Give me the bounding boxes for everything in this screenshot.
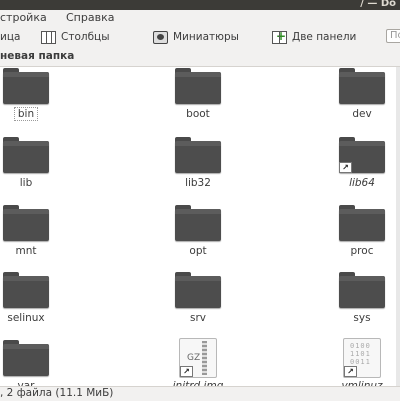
- binary-file-icon: 0100 1101 0011 ↗: [343, 338, 381, 378]
- folder-icon: [3, 272, 49, 308]
- camera-icon: [153, 30, 168, 44]
- file-name: sys: [322, 312, 400, 324]
- file-item[interactable]: GZ ↗ initrd.img: [158, 338, 238, 386]
- file-name-text: dev: [352, 108, 372, 120]
- thumbnails-view-label: Миниатюры: [173, 31, 239, 43]
- file-item[interactable]: var: [0, 340, 66, 386]
- folder-icon: [175, 137, 221, 173]
- file-name-text: opt: [189, 245, 207, 257]
- breadcrumb-current[interactable]: невая папка: [0, 50, 74, 62]
- file-item[interactable]: dev: [322, 68, 400, 128]
- file-name: dev: [322, 108, 400, 120]
- file-name-text: mnt: [15, 245, 37, 257]
- file-name: opt: [158, 245, 238, 257]
- file-name-text: proc: [350, 245, 374, 257]
- file-item[interactable]: sys: [322, 272, 400, 332]
- file-item[interactable]: lib32: [158, 137, 238, 197]
- file-name: proc: [322, 245, 400, 257]
- file-name-text: boot: [186, 108, 210, 120]
- file-item[interactable]: opt: [158, 205, 238, 265]
- file-name-text: lib: [19, 177, 33, 189]
- file-name-text: lib64: [349, 177, 375, 189]
- status-bar: , 2 файла (11.1 МиБ): [0, 386, 400, 401]
- folder-icon: [3, 137, 49, 173]
- archive-file-icon: GZ ↗: [179, 338, 217, 378]
- columns-icon: [41, 30, 56, 44]
- list-view-button[interactable]: ица: [0, 29, 20, 45]
- file-item[interactable]: mnt: [0, 205, 66, 265]
- file-name: mnt: [0, 245, 66, 257]
- file-item[interactable]: ↗ lib64: [322, 137, 400, 197]
- file-name-text: sys: [353, 312, 371, 324]
- dual-pane-label: Две панели: [292, 31, 357, 43]
- folder-icon: [175, 272, 221, 308]
- folder-icon: [175, 68, 221, 104]
- file-name: srv: [158, 312, 238, 324]
- file-item[interactable]: 0100 1101 0011 ↗ vmlinuz: [322, 338, 400, 386]
- menu-bar: стройка Справка: [0, 10, 400, 26]
- file-item[interactable]: bin: [0, 68, 66, 128]
- folder-icon: [339, 205, 385, 241]
- thumbnails-view-button[interactable]: Миниатюры: [153, 29, 239, 45]
- folder-icon: [175, 205, 221, 241]
- symlink-icon: ↗: [344, 366, 357, 377]
- toolbar: ица Столбцы Миниатюры Две панели: [0, 26, 400, 49]
- file-item[interactable]: boot: [158, 68, 238, 128]
- file-name: selinux: [0, 312, 66, 324]
- title-bar: / — Do: [0, 0, 400, 10]
- file-item[interactable]: proc: [322, 205, 400, 265]
- file-name: bin: [0, 107, 66, 121]
- file-item[interactable]: lib: [0, 137, 66, 197]
- status-text: , 2 файла (11.1 МиБ): [0, 387, 114, 399]
- dual-pane-button[interactable]: Две панели: [272, 29, 356, 45]
- file-grid: bin boot dev lib lib32 ↗ lib64 mnt opt proc selinu…: [0, 67, 400, 386]
- dual-pane-icon: [272, 29, 287, 44]
- menu-help[interactable]: Справка: [66, 11, 114, 24]
- folder-icon: [339, 68, 385, 104]
- file-item[interactable]: selinux: [0, 272, 66, 332]
- window-title: / — Do: [360, 0, 396, 9]
- symlink-icon: ↗: [339, 162, 352, 173]
- file-name: boot: [158, 108, 238, 120]
- folder-icon: [339, 272, 385, 308]
- list-view-label: ица: [0, 31, 21, 43]
- folder-icon: [3, 205, 49, 241]
- columns-view-label: Столбцы: [61, 31, 110, 43]
- folder-icon: [3, 68, 49, 104]
- file-name-text: selinux: [7, 312, 45, 324]
- file-name: lib: [0, 177, 66, 189]
- search-input[interactable]: По: [386, 29, 400, 43]
- file-name: lib64: [322, 177, 400, 189]
- file-name: lib32: [158, 177, 238, 189]
- folder-icon: [3, 340, 49, 376]
- file-item[interactable]: srv: [158, 272, 238, 332]
- menu-settings[interactable]: стройка: [0, 11, 47, 24]
- file-name-text: srv: [189, 312, 206, 324]
- file-name-text: lib32: [185, 177, 211, 189]
- symlink-icon: ↗: [180, 366, 193, 377]
- file-type-label: GZ: [187, 353, 201, 363]
- breadcrumb: невая папка: [0, 48, 400, 67]
- vertical-scrollbar[interactable]: [396, 67, 400, 386]
- columns-view-button[interactable]: Столбцы: [41, 29, 110, 45]
- folder-icon: ↗: [339, 137, 385, 173]
- file-name-text: bin: [13, 107, 39, 121]
- file-type-label: 0100 1101 0011: [350, 342, 371, 366]
